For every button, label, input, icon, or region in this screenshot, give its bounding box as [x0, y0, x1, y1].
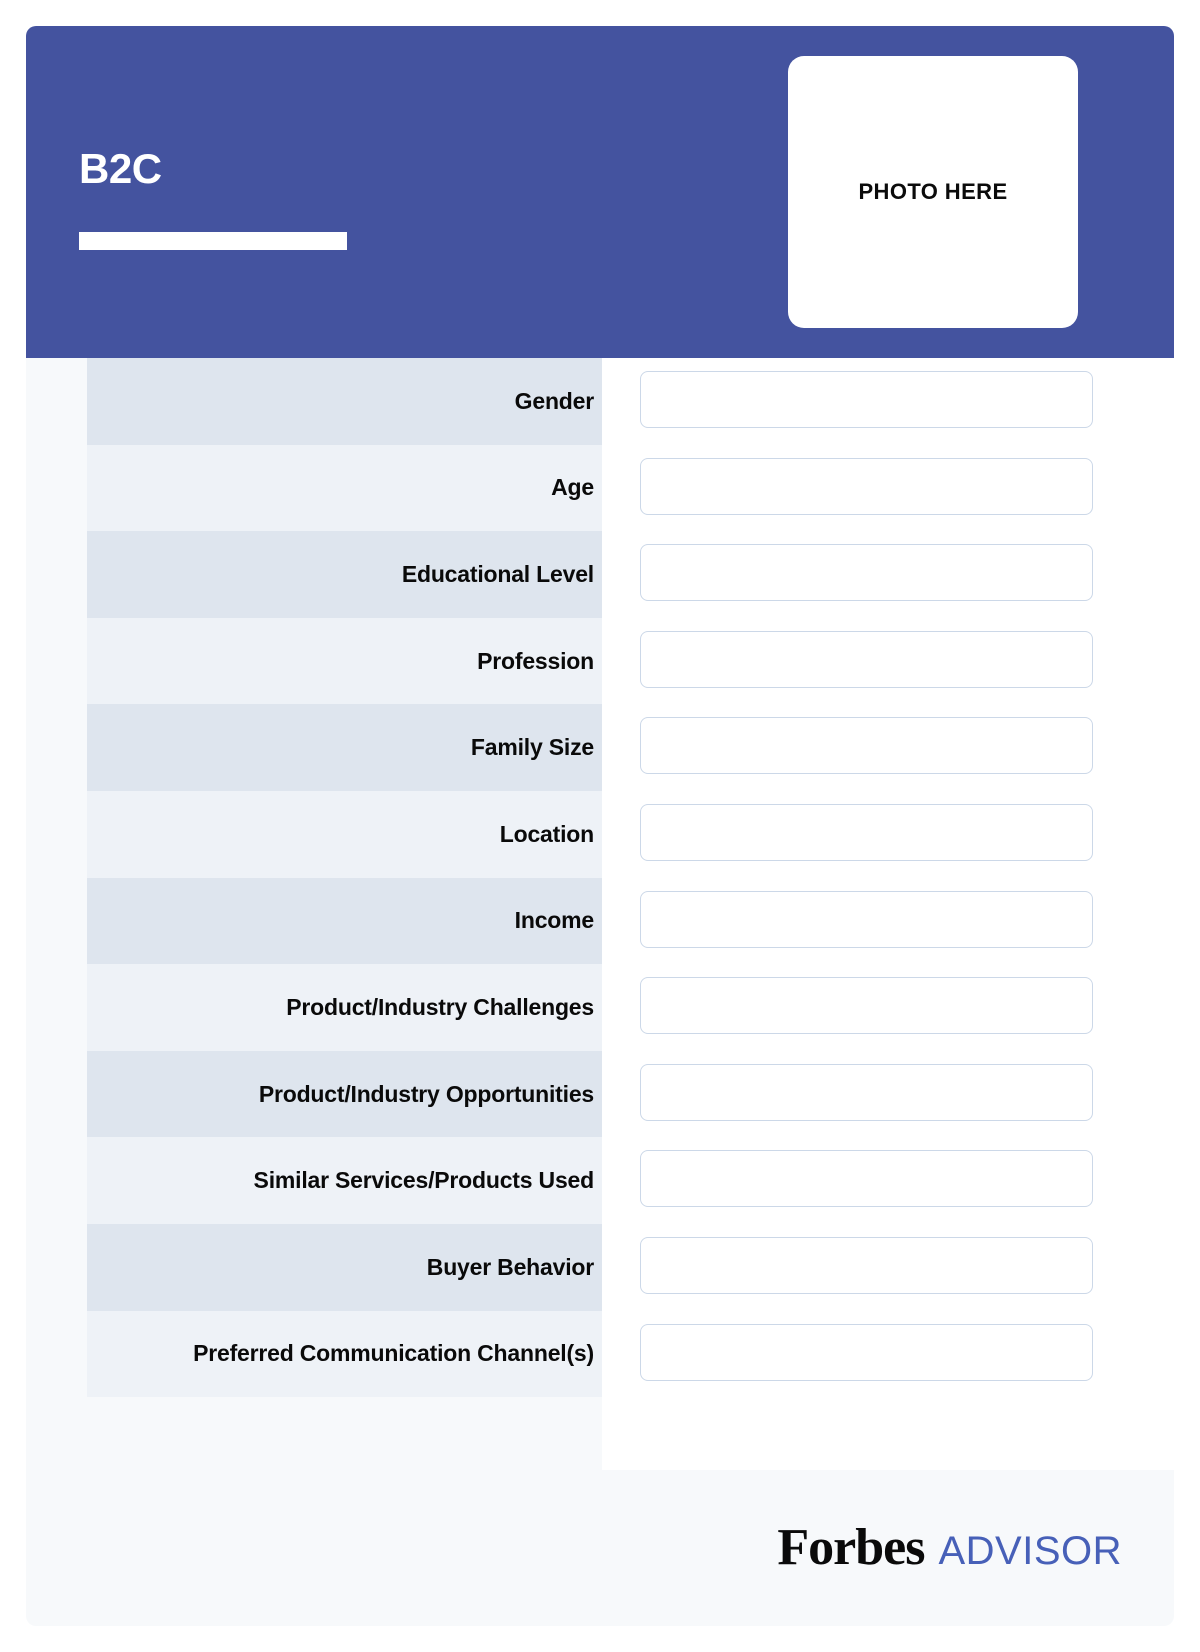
field-input-product-industry-opportunities[interactable] — [640, 1063, 1093, 1121]
field-label-product-industry-challenges: Product/Industry Challenges — [87, 964, 602, 1051]
field-label-text: Income — [514, 907, 595, 934]
field-label-buyer-behavior: Buyer Behavior — [87, 1223, 602, 1311]
field-label-age: Age — [87, 444, 602, 532]
forbes-advisor-logo: Forbes ADVISOR — [26, 1470, 1174, 1626]
field-input-income[interactable] — [640, 890, 1093, 948]
persona-field-list: Gender Age Educational Level Profession — [26, 358, 1174, 1398]
field-label-text: Buyer Behavior — [426, 1253, 594, 1280]
field-label-text: Age — [551, 474, 594, 501]
field-label-text: Family Size — [470, 734, 594, 761]
field-input-profession[interactable] — [640, 630, 1093, 688]
field-label-educational-level: Educational Level — [87, 531, 602, 618]
field-input-family-size[interactable] — [640, 717, 1093, 775]
card-body: Gender Age Educational Level Profession — [26, 358, 1174, 1626]
field-label-text: Product/Industry Challenges — [286, 993, 594, 1020]
field-label-text: Similar Services/Products Used — [253, 1167, 595, 1194]
table-row: Product/Industry Challenges — [26, 964, 1174, 1051]
table-row: Age — [26, 444, 1174, 532]
field-label-gender: Gender — [87, 358, 602, 445]
title-underline-rule — [79, 232, 347, 250]
field-input-preferred-communication-channels[interactable] — [640, 1323, 1093, 1381]
persona-template-card: B2C PHOTO HERE Gender Age Educational Le… — [26, 26, 1174, 1626]
field-input-similar-services-products-used[interactable] — [640, 1150, 1093, 1208]
table-row: Location — [26, 790, 1174, 878]
table-row: Income — [26, 877, 1174, 965]
photo-placeholder-label: PHOTO HERE — [858, 179, 1008, 204]
table-row: Educational Level — [26, 531, 1174, 618]
field-input-product-industry-challenges[interactable] — [640, 977, 1093, 1035]
field-label-family-size: Family Size — [87, 704, 602, 791]
field-label-text: Product/Industry Opportunities — [258, 1080, 594, 1107]
field-label-text: Preferred Communication Channel(s) — [193, 1340, 594, 1367]
page-title: B2C — [79, 145, 162, 192]
field-label-location: Location — [87, 790, 602, 878]
field-label-preferred-communication-channels: Preferred Communication Channel(s) — [87, 1310, 602, 1398]
table-row: Product/Industry Opportunities — [26, 1050, 1174, 1138]
field-input-age[interactable] — [640, 457, 1093, 515]
table-row: Family Size — [26, 704, 1174, 791]
field-input-educational-level[interactable] — [640, 544, 1093, 602]
field-label-similar-services-products-used: Similar Services/Products Used — [87, 1137, 602, 1224]
table-row: Buyer Behavior — [26, 1223, 1174, 1311]
table-row: Profession — [26, 617, 1174, 705]
field-label-income: Income — [87, 877, 602, 965]
table-row: Preferred Communication Channel(s) — [26, 1310, 1174, 1398]
card-header: B2C PHOTO HERE — [26, 26, 1174, 358]
table-row: Gender — [26, 358, 1174, 445]
logo-forbes-wordmark: Forbes — [777, 1519, 925, 1576]
logo-advisor-wordmark: ADVISOR — [938, 1529, 1122, 1573]
field-label-text: Educational Level — [401, 560, 594, 587]
field-input-buyer-behavior[interactable] — [640, 1236, 1093, 1294]
photo-placeholder-box[interactable]: PHOTO HERE — [788, 56, 1078, 328]
field-label-text: Gender — [514, 387, 595, 414]
table-row: Similar Services/Products Used — [26, 1137, 1174, 1224]
field-label-text: Location — [499, 820, 594, 847]
field-input-location[interactable] — [640, 803, 1093, 861]
field-label-profession: Profession — [87, 617, 602, 705]
field-input-gender[interactable] — [640, 371, 1093, 428]
field-label-text: Profession — [477, 647, 594, 674]
field-label-product-industry-opportunities: Product/Industry Opportunities — [87, 1050, 602, 1138]
